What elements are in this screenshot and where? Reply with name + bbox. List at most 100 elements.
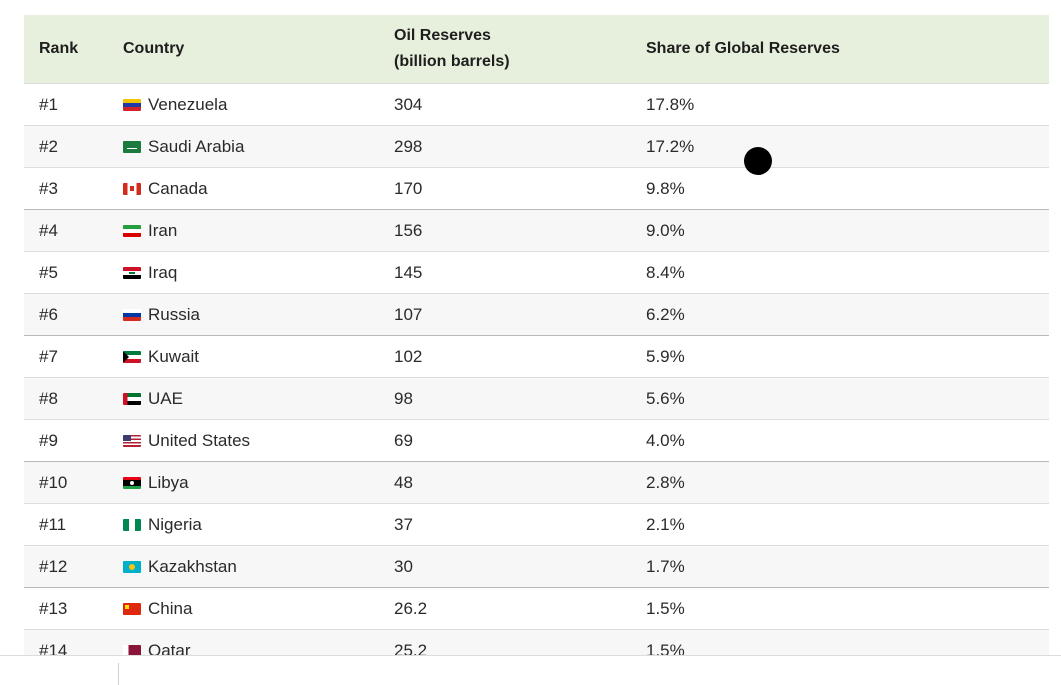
rank-cell: #8 <box>24 377 108 420</box>
table-row: #12 Kazakhstan 30 1.7% <box>24 545 1049 588</box>
flag-united-states-icon <box>123 434 141 447</box>
flag-kazakhstan-icon <box>123 560 141 573</box>
share-cell: 1.5% <box>631 629 1049 655</box>
flag-libya-icon <box>123 476 141 489</box>
country-name: Saudi Arabia <box>148 136 245 156</box>
rank-cell: #12 <box>24 545 108 588</box>
rank-cell: #11 <box>24 503 108 546</box>
oil-reserves-cell: 69 <box>379 419 631 462</box>
country-cell: Canada <box>108 167 379 210</box>
table-row: #4 Iran 156 9.0% <box>24 209 1049 252</box>
country-name: Libya <box>148 472 189 492</box>
table-row: #6 Russia 107 6.2% <box>24 293 1049 336</box>
rank-cell: #2 <box>24 125 108 168</box>
country-cell: Venezuela <box>108 83 379 126</box>
share-cell: 9.8% <box>631 167 1049 210</box>
table-row: #9 United States 69 4.0% <box>24 419 1049 462</box>
country-name: Iraq <box>148 262 178 282</box>
rank-cell: #14 <box>24 629 108 655</box>
table-body: #1 Venezuela 304 17.8% #2 Saudi Arabia 298 17.2… <box>24 83 1049 656</box>
column-header-rank[interactable]: Rank <box>24 15 108 84</box>
table-row: #14 Qatar 25.2 1.5% <box>24 629 1049 656</box>
country-name: Nigeria <box>148 514 202 534</box>
flag-iran-icon <box>123 224 141 237</box>
oil-reserves-cell: 25.2 <box>379 629 631 655</box>
table-row: #1 Venezuela 304 17.8% <box>24 83 1049 126</box>
flag-venezuela-icon <box>123 98 141 111</box>
table-row: #11 Nigeria 37 2.1% <box>24 503 1049 546</box>
rank-cell: #9 <box>24 419 108 462</box>
flag-iraq-icon <box>123 266 141 279</box>
column-header-country[interactable]: Country <box>108 15 379 84</box>
flag-russia-icon <box>123 308 141 321</box>
table-row: #13 China 26.2 1.5% <box>24 587 1049 630</box>
share-cell: 2.8% <box>631 461 1049 504</box>
oil-reserves-cell: 145 <box>379 251 631 294</box>
oil-reserves-cell: 30 <box>379 545 631 588</box>
oil-reserves-cell: 48 <box>379 461 631 504</box>
table-row: #10 Libya 48 2.8% <box>24 461 1049 504</box>
oil-reserves-cell: 304 <box>379 83 631 126</box>
flag-uae-icon <box>123 392 141 405</box>
bottom-divider <box>0 655 1061 656</box>
table-row: #5 Iraq 145 8.4% <box>24 251 1049 294</box>
flag-canada-icon <box>123 182 141 195</box>
oil-reserves-cell: 37 <box>379 503 631 546</box>
country-cell: Saudi Arabia <box>108 125 379 168</box>
table-row: #8 UAE 98 5.6% <box>24 377 1049 420</box>
table-header-row: Rank Country Oil Reserves (billion barre… <box>24 15 1049 84</box>
country-cell: UAE <box>108 377 379 420</box>
share-cell: 6.2% <box>631 293 1049 336</box>
share-cell: 5.9% <box>631 335 1049 378</box>
share-cell: 4.0% <box>631 419 1049 462</box>
country-cell: Kazakhstan <box>108 545 379 588</box>
bottom-separator-tick <box>118 663 119 685</box>
column-header-share[interactable]: Share of Global Reserves <box>631 15 1049 84</box>
country-name: Kazakhstan <box>148 556 237 576</box>
table-row: #7 Kuwait 102 5.9% <box>24 335 1049 378</box>
oil-reserves-cell: 170 <box>379 167 631 210</box>
oil-reserves-cell: 102 <box>379 335 631 378</box>
column-header-oil-reserves[interactable]: Oil Reserves (billion barrels) <box>379 15 631 84</box>
country-name: China <box>148 598 193 618</box>
country-cell: Libya <box>108 461 379 504</box>
column-header-oil-reserves-title: Oil Reserves <box>394 27 491 44</box>
rank-cell: #7 <box>24 335 108 378</box>
flag-nigeria-icon <box>123 518 141 531</box>
country-name: Qatar <box>148 640 191 656</box>
country-name: Russia <box>148 304 200 324</box>
oil-reserves-cell: 156 <box>379 209 631 252</box>
flag-qatar-icon <box>123 644 141 655</box>
flag-saudi-arabia-icon <box>123 140 141 153</box>
country-name: Iran <box>148 220 178 240</box>
rank-cell: #5 <box>24 251 108 294</box>
country-name: UAE <box>148 388 183 408</box>
share-cell: 2.1% <box>631 503 1049 546</box>
share-cell: 1.5% <box>631 587 1049 630</box>
share-cell: 1.7% <box>631 545 1049 588</box>
flag-kuwait-icon <box>123 350 141 363</box>
share-cell: 17.8% <box>631 83 1049 126</box>
oil-reserves-cell: 26.2 <box>379 587 631 630</box>
oil-reserves-cell: 107 <box>379 293 631 336</box>
share-cell: 5.6% <box>631 377 1049 420</box>
share-cell: 17.2% <box>631 125 1049 168</box>
country-cell: Nigeria <box>108 503 379 546</box>
rank-cell: #6 <box>24 293 108 336</box>
share-cell: 9.0% <box>631 209 1049 252</box>
country-cell: Russia <box>108 293 379 336</box>
rank-cell: #1 <box>24 83 108 126</box>
country-cell: United States <box>108 419 379 462</box>
country-name: Canada <box>148 178 208 198</box>
country-cell: Iran <box>108 209 379 252</box>
share-cell: 8.4% <box>631 251 1049 294</box>
country-name: United States <box>148 430 251 450</box>
oil-reserves-cell: 298 <box>379 125 631 168</box>
country-name: Kuwait <box>148 346 200 366</box>
oil-reserves-cell: 98 <box>379 377 631 420</box>
rank-cell: #10 <box>24 461 108 504</box>
country-name: Venezuela <box>148 94 228 114</box>
rank-cell: #13 <box>24 587 108 630</box>
table-header: Rank Country Oil Reserves (billion barre… <box>24 15 1049 84</box>
cursor-dot <box>744 147 772 175</box>
